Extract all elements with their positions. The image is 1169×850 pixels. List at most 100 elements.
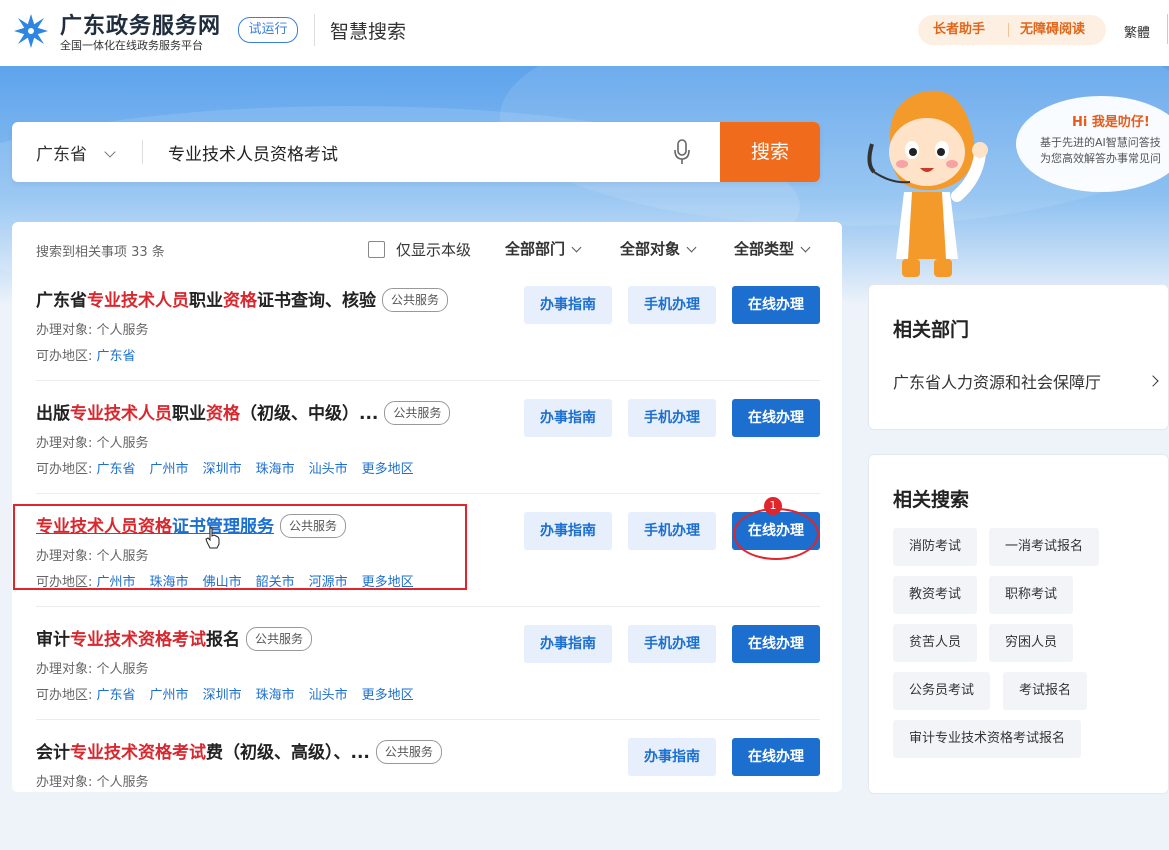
result-title[interactable]: 会计专业技术资格考试费（初级、高级）、... 公共服务 [36, 738, 442, 764]
region-row: 可办地区: 广东省 广州市 深圳市 珠海市 汕头市 更多地区 [36, 684, 428, 703]
related-search-chip[interactable]: 消防考试 [893, 528, 978, 566]
region-row: 可办地区: 广东省 广州市 深圳市 珠海市 汕头市 更多地区 [36, 458, 428, 477]
mascot-assistant-icon[interactable] [862, 84, 992, 284]
related-search-chip[interactable]: 考试报名 [1003, 672, 1088, 710]
title-text: 广东省 [36, 291, 87, 311]
highlight-box [13, 504, 467, 590]
target-value: 个人服务 [96, 775, 149, 790]
more-regions-link[interactable]: 更多地区 [362, 462, 414, 477]
filter-type[interactable]: 全部类型 [734, 238, 811, 259]
chevron-right-icon[interactable] [1147, 375, 1159, 387]
region-label: 可办地区: [36, 349, 93, 364]
region-link[interactable]: 广州市 [150, 688, 189, 703]
title-highlight: 资格 [206, 404, 240, 424]
only-this-level-label[interactable]: 仅显示本级 [396, 239, 471, 260]
result-item: 广东省专业技术人员职业资格证书查询、核验 公共服务 办理对象: 个人服务 可办地区… [36, 286, 820, 398]
result-title[interactable]: 广东省专业技术人员职业资格证书查询、核验 公共服务 [36, 286, 449, 312]
guide-button[interactable]: 办事指南 [524, 625, 612, 663]
result-count: 搜索到相关事项 33 条 [36, 245, 165, 260]
related-search-chip[interactable]: 职称考试 [989, 576, 1074, 614]
region-link[interactable]: 广东省 [97, 462, 136, 477]
divider [36, 606, 820, 607]
guide-button[interactable]: 办事指南 [524, 286, 612, 324]
more-regions-link[interactable]: 更多地区 [362, 688, 414, 703]
guide-button[interactable]: 办事指南 [628, 738, 716, 776]
service-tag: 公共服务 [382, 288, 449, 312]
target-row: 办理对象: 个人服务 [36, 432, 149, 451]
chevron-down-icon [571, 242, 582, 253]
region-link[interactable]: 广州市 [150, 462, 189, 477]
guide-button[interactable]: 办事指南 [524, 399, 612, 437]
title-highlight: 专业技术资格考试 [70, 743, 206, 763]
beta-badge: 试运行 [238, 17, 298, 43]
search-input[interactable]: 专业技术人员资格考试 [168, 140, 338, 165]
target-label: 办理对象: [36, 775, 93, 790]
mobile-button[interactable]: 手机办理 [628, 512, 716, 550]
region-link[interactable]: 广东省 [97, 688, 136, 703]
filter-label: 全部部门 [505, 240, 566, 258]
filter-label: 全部类型 [734, 240, 795, 258]
guide-button[interactable]: 办事指南 [524, 512, 612, 550]
accessibility-button[interactable]: 无障碍阅读 [1020, 15, 1085, 45]
divider [36, 493, 820, 494]
filter-target[interactable]: 全部对象 [620, 238, 697, 259]
related-search-chip[interactable]: 公务员考试 [893, 672, 991, 710]
related-search-chip[interactable]: 教资考试 [893, 576, 978, 614]
region-link[interactable]: 深圳市 [203, 462, 242, 477]
region-label: 可办地区: [36, 462, 93, 477]
header-divider [314, 14, 315, 46]
service-tag: 公共服务 [246, 627, 313, 651]
region-link[interactable]: 深圳市 [203, 688, 242, 703]
panel-title: 相关搜索 [893, 489, 970, 511]
elder-mode-button[interactable]: 长者助手 [933, 15, 985, 45]
online-button[interactable]: 在线办理 [732, 399, 820, 437]
title-text: 费（初级、高级）、... [206, 743, 370, 763]
department-link[interactable]: 广东省人力资源和社会保障厅 [893, 369, 1101, 393]
target-label: 办理对象: [36, 323, 93, 338]
assistant-greeting: Hi 我是叻仔! [1072, 115, 1150, 130]
top-header: 广东政务服务网 全国一体化在线政务服务平台 试运行 智慧搜索 长者助手 无障碍阅… [0, 0, 1169, 66]
region-link[interactable]: 广东省 [97, 349, 136, 364]
region-link[interactable]: 汕头市 [309, 688, 348, 703]
region-link[interactable]: 珠海市 [256, 462, 295, 477]
hand-cursor-icon [205, 527, 220, 549]
title-highlight: 资格 [223, 291, 257, 311]
assistant-text: 基于先进的AI智慧问答技 [1040, 136, 1161, 149]
site-subtitle: 全国一体化在线政务服务平台 [60, 39, 203, 52]
title-highlight: 专业技术人员 [70, 404, 172, 424]
chevron-down-icon[interactable] [104, 146, 116, 158]
traditional-chinese-button[interactable]: 繁體 [1124, 22, 1150, 41]
microphone-icon[interactable] [674, 139, 690, 165]
site-logo-icon[interactable] [12, 12, 50, 50]
province-select[interactable]: 广东省 [36, 140, 87, 165]
online-button[interactable]: 在线办理 [732, 738, 820, 776]
online-button[interactable]: 在线办理 [732, 625, 820, 663]
title-text: 会计 [36, 743, 70, 763]
mobile-button[interactable]: 手机办理 [628, 625, 716, 663]
site-title[interactable]: 广东政务服务网 [60, 8, 221, 40]
result-item: 会计专业技术资格考试费（初级、高级）、... 公共服务 办理对象: 个人服务 办事… [36, 738, 820, 850]
region-link[interactable]: 珠海市 [256, 688, 295, 703]
mobile-button[interactable]: 手机办理 [628, 399, 716, 437]
title-highlight: 专业技术人员 [87, 291, 189, 311]
target-value: 个人服务 [96, 323, 149, 338]
online-button[interactable]: 在线办理 [732, 286, 820, 324]
filter-department[interactable]: 全部部门 [505, 238, 582, 259]
service-tag: 公共服务 [375, 740, 442, 764]
related-search-chip[interactable]: 审计专业技术资格考试报名 [893, 720, 1082, 758]
divider [36, 719, 820, 720]
related-search-chip[interactable]: 一消考试报名 [989, 528, 1100, 566]
mobile-button[interactable]: 手机办理 [628, 286, 716, 324]
result-title[interactable]: 出版专业技术人员职业资格（初级、中级）... 公共服务 [36, 399, 451, 425]
only-this-level-checkbox[interactable] [368, 241, 385, 258]
chevron-down-icon [800, 242, 811, 253]
related-search-chip[interactable]: 穷困人员 [989, 624, 1074, 662]
step-badge: 1 [764, 497, 782, 515]
related-search-chip[interactable]: 贫苦人员 [893, 624, 978, 662]
result-title[interactable]: 审计专业技术资格考试报名 公共服务 [36, 625, 313, 651]
title-text: 证书查询、核验 [257, 291, 376, 311]
region-link[interactable]: 汕头市 [309, 462, 348, 477]
panel-title: 相关部门 [893, 319, 970, 341]
search-button[interactable]: 搜索 [720, 122, 820, 182]
region-label: 可办地区: [36, 688, 93, 703]
